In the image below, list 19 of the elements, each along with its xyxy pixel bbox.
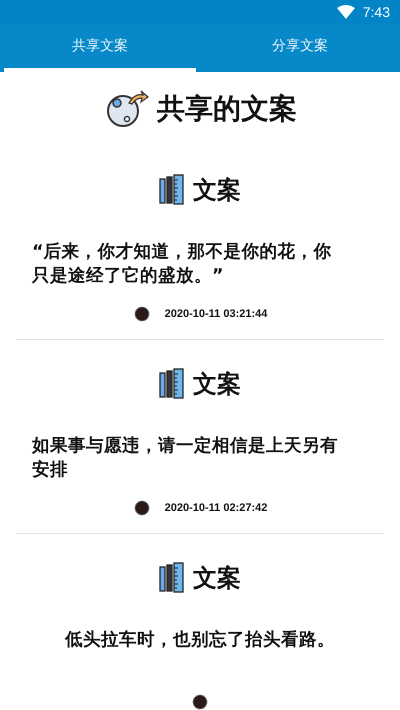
post-time: 2020-10-11 02:27:42 [164, 502, 268, 514]
post-text: “后来，你才知道，那不是你的花，你只是途经了它的盛放。” [32, 241, 333, 288]
post-heading: 文案 [193, 175, 241, 206]
tab[interactable]: 共享文案 [4, 24, 196, 72]
post-time: 2020-10-11 03:21:44 [164, 308, 268, 320]
post-text: 低头拉车时，也别忘了抬头看路。 [64, 628, 336, 652]
pencil-ruler-icon [159, 368, 185, 400]
pencil-ruler-icon [159, 174, 185, 206]
avatar-icon [132, 305, 151, 323]
post-text: 如果事与愿违，请一定相信是上天另有安排 [32, 434, 339, 482]
avatar-icon [191, 693, 209, 710]
post-heading: 文案 [193, 369, 241, 400]
page-title: 共享的文案 [157, 91, 297, 127]
tab[interactable]: 分享文案 [204, 24, 396, 72]
status-time: 7:43 [362, 4, 390, 20]
wifi-icon [336, 5, 355, 19]
avatar-icon [132, 499, 151, 517]
post-heading: 文案 [193, 563, 241, 594]
pencil-ruler-icon [159, 562, 185, 594]
